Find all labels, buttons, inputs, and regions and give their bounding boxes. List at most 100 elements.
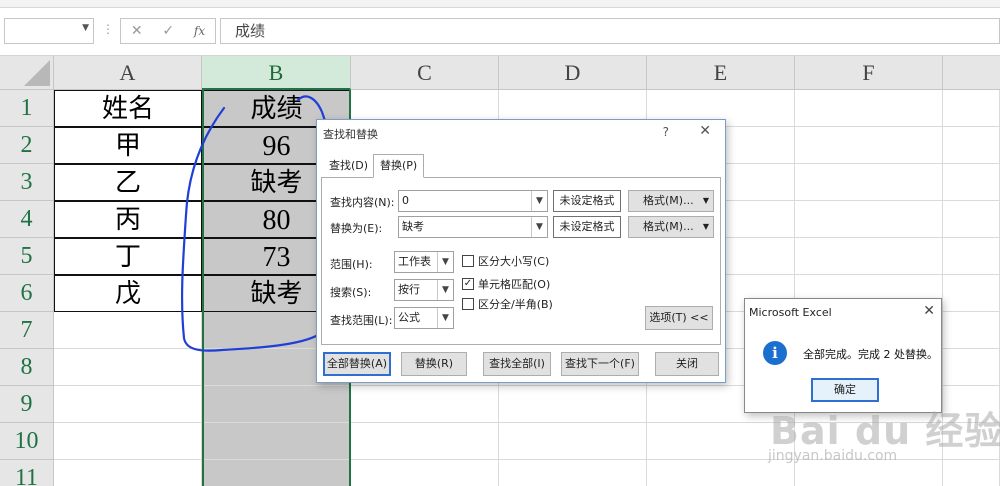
find-next-button[interactable]: 查找下一个(F): [561, 352, 639, 376]
cell-e11[interactable]: [647, 460, 795, 486]
match-case-checkbox[interactable]: 区分大小写(C): [462, 253, 549, 269]
row-header-4[interactable]: 4: [0, 201, 54, 238]
cell-a2[interactable]: 甲: [54, 127, 202, 164]
checkbox-box[interactable]: [462, 298, 474, 310]
replace-button[interactable]: 替换(R): [401, 352, 467, 376]
cell-a1[interactable]: 姓名: [54, 90, 202, 127]
column-header-a[interactable]: A: [54, 56, 202, 90]
options-button[interactable]: 选项(T) <<: [645, 306, 713, 330]
row-header-11[interactable]: 11: [0, 460, 54, 486]
cell-a4[interactable]: 丙: [54, 201, 202, 238]
cell-f3[interactable]: [795, 164, 943, 201]
tab-replace[interactable]: 替换(P): [373, 154, 425, 178]
cell-f2[interactable]: [795, 127, 943, 164]
row-header-8[interactable]: 8: [0, 349, 54, 386]
chevron-down-icon[interactable]: ▼: [82, 23, 89, 33]
close-button[interactable]: 关闭: [655, 352, 719, 376]
close-icon[interactable]: ✕: [699, 123, 711, 139]
cell-e10[interactable]: [647, 423, 795, 460]
chevron-down-icon[interactable]: ▼: [703, 191, 709, 211]
cell-a6[interactable]: 戊: [54, 275, 202, 312]
cell-g3[interactable]: [943, 164, 1000, 201]
column-header-d[interactable]: D: [499, 56, 647, 90]
find-what-input[interactable]: 0 ▼: [398, 190, 548, 212]
row-header-9[interactable]: 9: [0, 386, 54, 423]
ok-button[interactable]: 确定: [811, 378, 879, 402]
cell-f1[interactable]: [795, 90, 943, 127]
cell-a9[interactable]: [54, 386, 202, 423]
column-header-f[interactable]: F: [795, 56, 943, 90]
cell-g11[interactable]: [943, 460, 1000, 486]
cell-g7[interactable]: [943, 312, 1000, 349]
chevron-down-icon[interactable]: ▼: [531, 191, 547, 211]
cell-f11[interactable]: [795, 460, 943, 486]
cell-b11[interactable]: [202, 460, 351, 486]
find-all-button[interactable]: 查找全部(I): [483, 352, 551, 376]
find-what-value: 0: [402, 194, 409, 207]
help-icon[interactable]: ?: [663, 125, 669, 139]
row-header-6[interactable]: 6: [0, 275, 54, 312]
column-header-b[interactable]: B: [202, 56, 351, 90]
cell-g2[interactable]: [943, 127, 1000, 164]
cell-b10[interactable]: [202, 423, 351, 460]
cell-f10[interactable]: [795, 423, 943, 460]
cell-c10[interactable]: [351, 423, 499, 460]
row-header-10[interactable]: 10: [0, 423, 54, 460]
cell-g10[interactable]: [943, 423, 1000, 460]
cell-d9[interactable]: [499, 386, 647, 423]
cell-g5[interactable]: [943, 238, 1000, 275]
replace-format-button[interactable]: 格式(M)... ▼: [628, 216, 714, 238]
cell-g6[interactable]: [943, 275, 1000, 312]
chevron-down-icon[interactable]: ▼: [437, 280, 453, 300]
chevron-down-icon[interactable]: ▼: [531, 217, 547, 237]
select-all-corner[interactable]: [0, 56, 54, 90]
cell-g1[interactable]: [943, 90, 1000, 127]
match-byte-checkbox[interactable]: 区分全/半角(B): [462, 296, 553, 312]
replace-all-button[interactable]: 全部替换(A): [323, 352, 391, 376]
within-select[interactable]: 工作表 ▼: [394, 251, 454, 273]
within-value: 工作表: [398, 255, 431, 268]
search-value: 按行: [398, 283, 420, 296]
chevron-down-icon[interactable]: ▼: [437, 308, 453, 328]
cell-b9[interactable]: [202, 386, 351, 423]
cell-c9[interactable]: [351, 386, 499, 423]
cell-g8[interactable]: [943, 349, 1000, 386]
name-box[interactable]: ▼: [4, 18, 94, 44]
cell-a8[interactable]: [54, 349, 202, 386]
column-header-c[interactable]: C: [351, 56, 499, 90]
column-header-e[interactable]: E: [647, 56, 795, 90]
cell-c11[interactable]: [351, 460, 499, 486]
column-header-g[interactable]: [943, 56, 1000, 90]
replace-with-input[interactable]: 缺考 ▼: [398, 216, 548, 238]
row-header-7[interactable]: 7: [0, 312, 54, 349]
close-icon[interactable]: ✕: [923, 303, 935, 319]
cell-a5[interactable]: 丁: [54, 238, 202, 275]
cell-d11[interactable]: [499, 460, 647, 486]
cell-g4[interactable]: [943, 201, 1000, 238]
cell-a3[interactable]: 乙: [54, 164, 202, 201]
search-select[interactable]: 按行 ▼: [394, 279, 454, 301]
tab-find[interactable]: 查找(D): [323, 155, 374, 177]
cell-a11[interactable]: [54, 460, 202, 486]
look-in-select[interactable]: 公式 ▼: [394, 307, 454, 329]
find-format-button[interactable]: 格式(M)... ▼: [628, 190, 714, 212]
insert-function-icon[interactable]: fx: [194, 24, 205, 38]
row-header-2[interactable]: 2: [0, 127, 54, 164]
chevron-down-icon[interactable]: ▼: [437, 252, 453, 272]
cell-f4[interactable]: [795, 201, 943, 238]
row-header-1[interactable]: 1: [0, 90, 54, 127]
chevron-down-icon[interactable]: ▼: [703, 217, 709, 237]
cell-a7[interactable]: [54, 312, 202, 349]
match-entire-cell-checkbox[interactable]: ✓ 单元格匹配(O): [462, 276, 550, 292]
cell-f5[interactable]: [795, 238, 943, 275]
cell-a10[interactable]: [54, 423, 202, 460]
checkbox-box[interactable]: [462, 255, 474, 267]
row-header-3[interactable]: 3: [0, 164, 54, 201]
cell-d10[interactable]: [499, 423, 647, 460]
formula-input[interactable]: 成绩: [220, 18, 1000, 44]
enter-icon[interactable]: ✓: [162, 23, 174, 39]
cell-g9[interactable]: [943, 386, 1000, 423]
checkbox-box[interactable]: ✓: [462, 278, 474, 290]
cancel-icon[interactable]: ✕: [131, 23, 143, 39]
row-header-5[interactable]: 5: [0, 238, 54, 275]
